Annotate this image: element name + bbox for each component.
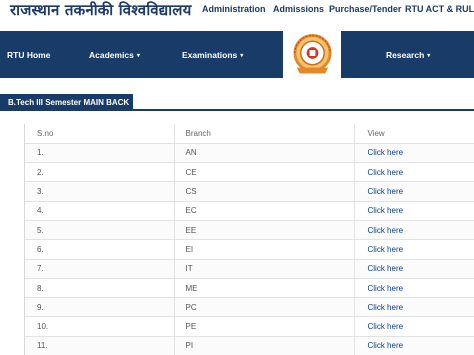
section-title: B.Tech III Semester MAIN BACK bbox=[8, 98, 130, 107]
rtu-emblem-logo bbox=[293, 33, 332, 74]
chevron-down-icon: ▾ bbox=[136, 53, 140, 59]
click-here-link[interactable]: Click here bbox=[368, 303, 404, 312]
nav-label: Examinations bbox=[182, 50, 238, 60]
top-links: Administration Admissions Purchase/Tende… bbox=[0, 4, 474, 18]
row-sno: 8. bbox=[25, 278, 174, 299]
row-sno: 11. bbox=[25, 336, 174, 355]
table-row: 11. PI Click here bbox=[25, 336, 474, 355]
table-row: 6. EI Click here bbox=[25, 239, 474, 260]
click-here-link[interactable]: Click here bbox=[368, 245, 404, 254]
row-sno: 10. bbox=[25, 316, 174, 337]
row-sno: 4. bbox=[25, 201, 174, 221]
click-here-link[interactable]: Click here bbox=[368, 187, 404, 196]
click-here-link[interactable]: Click here bbox=[368, 206, 404, 215]
table-row: 1. AN Click here bbox=[25, 143, 474, 164]
column-header-branch: Branch bbox=[173, 124, 354, 144]
top-link-purchase-tender[interactable]: Purchase/Tender bbox=[329, 4, 401, 14]
row-sno: 6. bbox=[25, 239, 174, 260]
row-branch: EI bbox=[173, 239, 354, 260]
row-branch: CS bbox=[173, 181, 354, 202]
row-branch: EC bbox=[173, 201, 354, 221]
row-sno: 7. bbox=[25, 259, 174, 279]
section-tab: B.Tech III Semester MAIN BACK bbox=[0, 94, 133, 111]
spacer bbox=[0, 78, 474, 94]
table-row: 3. CS Click here bbox=[25, 181, 474, 202]
table-row: 2. CE Click here bbox=[25, 162, 474, 183]
click-here-link[interactable]: Click here bbox=[368, 322, 404, 331]
chevron-down-icon: ▾ bbox=[240, 53, 244, 59]
row-sno: 3. bbox=[25, 181, 174, 202]
nav-item-academics[interactable]: Academics ▾ bbox=[89, 50, 140, 60]
table-row: 5. EE Click here bbox=[25, 220, 474, 241]
column-header-sno: S.no bbox=[25, 124, 174, 144]
click-here-link[interactable]: Click here bbox=[368, 284, 404, 293]
table-row: 10. PE Click here bbox=[25, 316, 474, 337]
click-here-link[interactable]: Click here bbox=[368, 226, 404, 235]
row-sno: 9. bbox=[25, 297, 174, 318]
column-header-view: View bbox=[353, 124, 474, 144]
top-header: राजस्थान तकनीकी विश्वविद्यालय Administra… bbox=[0, 0, 474, 31]
main-navbar: RTU Home Academics ▾ Examinations ▾ Resear… bbox=[0, 31, 474, 78]
logo-box[interactable] bbox=[283, 31, 341, 78]
nav-label: RTU Home bbox=[7, 50, 51, 60]
table-row: 7. IT Click here bbox=[25, 259, 474, 279]
top-link-rtu-act-rules[interactable]: RTU ACT & RULES bbox=[405, 4, 474, 14]
click-here-link[interactable]: Click here bbox=[368, 264, 404, 273]
row-branch: IT bbox=[173, 259, 354, 279]
nav-item-rtu-home[interactable]: RTU Home bbox=[7, 50, 50, 60]
table-row: 9. PC Click here bbox=[25, 297, 474, 318]
nav-item-examinations[interactable]: Examinations ▾ bbox=[182, 50, 243, 60]
click-here-link[interactable]: Click here bbox=[368, 341, 404, 350]
chevron-down-icon: ▾ bbox=[427, 53, 431, 59]
table-row: 4. EC Click here bbox=[25, 201, 474, 221]
table-header-row: S.no Branch View bbox=[25, 124, 474, 144]
top-link-admissions[interactable]: Admissions bbox=[273, 4, 324, 14]
nav-label: Academics bbox=[89, 50, 134, 60]
row-sno: 1. bbox=[25, 143, 174, 164]
row-branch: CE bbox=[173, 162, 354, 183]
section-divider bbox=[133, 109, 474, 111]
row-sno: 2. bbox=[25, 162, 174, 183]
top-link-administration[interactable]: Administration bbox=[202, 4, 266, 14]
click-here-link[interactable]: Click here bbox=[368, 148, 404, 157]
row-branch: ME bbox=[173, 278, 354, 299]
row-branch: AN bbox=[173, 143, 354, 164]
results-table-container: S.no Branch View 1. AN Click here 2. CE … bbox=[24, 124, 474, 355]
row-sno: 5. bbox=[25, 220, 174, 241]
row-branch: EE bbox=[173, 220, 354, 241]
row-branch: PC bbox=[173, 297, 354, 318]
row-branch: PE bbox=[173, 316, 354, 337]
nav-label: Research bbox=[386, 50, 425, 60]
table-row: 8. ME Click here bbox=[25, 278, 474, 299]
results-table: S.no Branch View 1. AN Click here 2. CE … bbox=[25, 124, 474, 355]
row-branch: PI bbox=[173, 336, 354, 355]
click-here-link[interactable]: Click here bbox=[368, 168, 404, 177]
nav-item-research[interactable]: Research ▾ bbox=[386, 50, 430, 60]
